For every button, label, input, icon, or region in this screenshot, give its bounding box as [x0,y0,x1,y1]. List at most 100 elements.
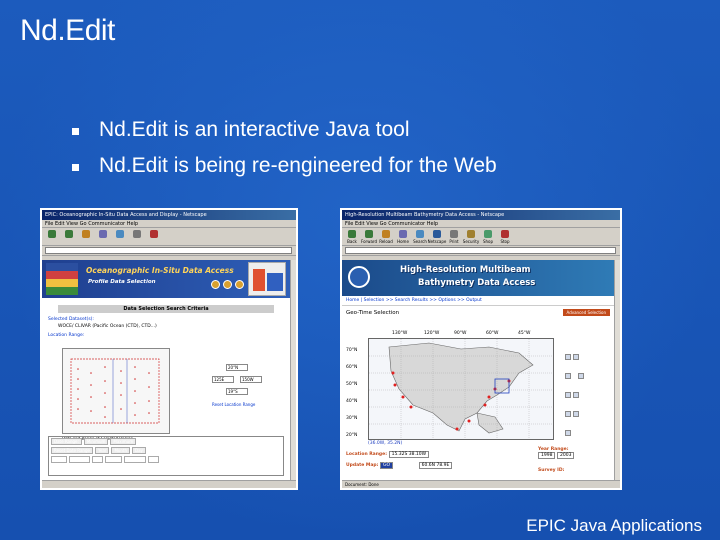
min-month-select[interactable]: January [69,456,91,463]
banner-title: Oceanographic In-Situ Data Access [86,266,234,275]
stop-button[interactable] [147,229,161,244]
station-scatter-svg [70,358,160,424]
search-button[interactable]: Search [413,229,427,244]
page-banner: High-Resolution Multibeam Bathymetry Dat… [342,260,614,296]
vertical-scrollbar[interactable] [290,260,296,482]
noaa-logo-icon [348,266,370,288]
update-map-go-button[interactable]: GO [380,462,394,469]
month-label: Month [111,447,130,454]
bullet-item: Nd.Edit is an interactive Java tool [72,112,497,148]
help-icon[interactable] [211,280,220,289]
location-range-label: Location Range: [48,333,85,338]
window-title-bar: EPIC: Oceanographic In-Situ Data Access … [42,210,296,220]
address-bar [342,246,620,256]
lat-tick-label: 60°N [346,365,358,370]
lon-tick-label: 90°W [454,331,467,336]
pan-left-icon[interactable] [578,373,585,379]
lon-tick-label: 130°W [392,331,408,336]
print-button[interactable] [130,229,144,244]
reload-button[interactable]: Reload [379,229,393,244]
reset-map-icon[interactable] [565,430,571,436]
date-range-label: Date Range: [51,438,82,445]
map-tool-palette [564,346,586,436]
max-day-select[interactable]: 31 [147,456,159,463]
date-range-header: Date Range: Minimum Maximum [49,437,283,446]
location-range-label: Location Range: [346,452,387,457]
date-values: 1983 January 02 1998 October 31 [49,455,283,464]
max-year-select[interactable]: 1998 [105,456,122,463]
pan-center-icon[interactable] [565,392,571,398]
min-day-select[interactable]: 02 [92,456,104,463]
min-lon-input[interactable]: 125E [212,376,234,383]
bullet-text: Nd.Edit is being re-engineered for the W… [99,154,497,177]
location-min-input[interactable]: 15.32S 38.10W [388,451,430,458]
min-year-select[interactable]: 1983 [51,456,68,463]
reset-date-button[interactable]: Reset Date Range [51,447,93,454]
max-month-select[interactable]: October [123,456,146,463]
banner-title-line2: Bathymetry Data Access [418,278,536,288]
status-bar: Document: Done [342,480,620,488]
pan-down-icon[interactable] [565,411,571,417]
zoom-out-icon[interactable] [573,354,579,360]
reset-location-button[interactable]: Reset Location Range [212,402,256,407]
lat-tick-label: 20°N [346,433,358,438]
home-button[interactable] [96,229,110,244]
netscape-button[interactable]: Netscape [428,229,446,244]
lon-tick-label: 120°W [424,331,440,336]
info-icon[interactable] [235,280,244,289]
station-plot[interactable] [62,348,170,434]
location-map-area: 20°N 125E 150W 19°S Reset Location Range… [48,342,284,444]
pan-right-icon[interactable] [573,392,579,398]
epic-icon[interactable] [223,280,232,289]
zoom-in-icon[interactable] [565,354,571,360]
menu-bar[interactable]: File Edit View Go Communicator Help [342,220,620,228]
bullet-text: Nd.Edit is an interactive Java tool [99,118,410,141]
minimum-label: Minimum [83,438,109,445]
reload-button[interactable] [79,229,93,244]
url-field[interactable] [45,247,292,254]
date-range-table: Date Range: Minimum Maximum Reset Date R… [48,436,284,476]
section-bar: Geo-Time Selection Advanced Selection [342,306,614,319]
search-button[interactable] [113,229,127,244]
forward-button[interactable]: Forward [361,229,377,244]
back-button[interactable]: Back [345,229,359,244]
slide-title: Nd.Edit [20,14,115,47]
page-banner: Oceanographic In-Situ Data Access Profil… [42,260,290,298]
selected-dataset-value: WOCE/ CLIVAR (Pacific Ocean (CTD), CTD..… [58,324,157,329]
max-lon-input[interactable]: 150W [240,376,262,383]
address-bar [42,246,296,256]
screenshot-multibeam-bathymetry: High-Resolution Multibeam Bathymetry Dat… [340,208,622,490]
banner-subtitle: Profile Data Selection [88,279,156,285]
web-page: Oceanographic In-Situ Data Access Profil… [42,260,290,482]
browser-toolbar [42,228,296,246]
select-box-icon[interactable] [573,411,579,417]
back-button[interactable] [45,229,59,244]
min-lat-input[interactable]: 19°S [226,388,248,395]
section-header: Data Selection Search Criteria [58,305,274,313]
vertical-scrollbar[interactable] [614,260,620,482]
security-button[interactable]: Security [463,229,479,244]
shop-button[interactable]: Shop [481,229,495,244]
print-button[interactable]: Print [447,229,461,244]
lat-tick-label: 50°N [346,382,358,387]
menu-bar[interactable]: File Edit View Go Communicator Help [42,220,296,228]
section-title: Geo-Time Selection [346,309,400,316]
epic-logo-icon [46,263,78,295]
stop-button[interactable]: Stop [498,229,512,244]
square-bullet-icon [72,163,79,171]
pan-up-icon[interactable] [565,373,571,379]
location-range-row: Location Range: 15.32S 38.10W [346,451,430,458]
max-lat-input[interactable]: 20°N [226,364,248,371]
year-to-select[interactable]: 2003 [557,452,575,459]
forward-button[interactable] [62,229,76,244]
url-field[interactable] [345,247,616,254]
breadcrumb[interactable]: Home | Selection >> Search Results >> Op… [342,296,614,306]
nav-icons [211,280,244,289]
advanced-selection-button[interactable]: Advanced Selection [562,309,610,316]
home-button[interactable]: Home [396,229,410,244]
year-from-select[interactable]: 1998 [538,452,556,459]
lat-tick-label: 70°N [346,348,358,353]
location-max-input[interactable]: 60.6N 78.9E [418,462,453,469]
selection-form: Data Selection Search Criteria Selected … [42,298,290,447]
geo-selection-map[interactable] [368,338,554,440]
